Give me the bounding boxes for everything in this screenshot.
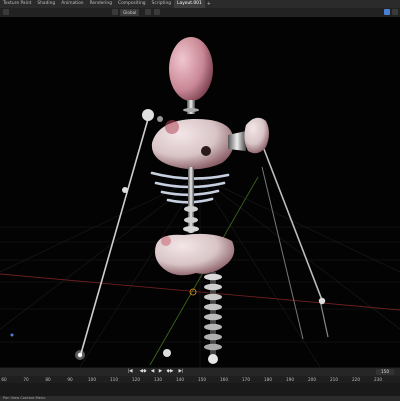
tab-animation[interactable]: Animation [58, 0, 86, 8]
prev-keyframe-button[interactable]: ◀◆ [138, 369, 148, 375]
editor-type-icon[interactable] [3, 9, 9, 15]
ruler-label: 80 [45, 377, 51, 382]
right-pole [261, 143, 323, 301]
right-hand-mesh [244, 117, 269, 154]
right-leg-coil [204, 272, 222, 364]
ruler-label: 120 [132, 377, 140, 382]
ruler-label: 140 [176, 377, 184, 382]
orientation-icon[interactable] [112, 9, 118, 15]
3d-viewport[interactable] [0, 17, 400, 367]
ruler-label: 210 [330, 377, 338, 382]
tab-scripting[interactable]: Scripting [149, 0, 175, 8]
ruler-label: 220 [352, 377, 360, 382]
ruler-label: 110 [110, 377, 118, 382]
ruler-label: 90 [67, 377, 73, 382]
tab-texture-paint[interactable]: Texture Paint [0, 0, 34, 8]
pivot-point-icon[interactable] [145, 9, 151, 15]
status-bar: Pan View Context Menu [0, 396, 400, 401]
playback-controls: |◀ ◀◆ ◀ ▶ ◆▶ ▶| 150 [0, 368, 400, 376]
viewport-scene [0, 37, 400, 367]
ruler-label: 170 [242, 377, 250, 382]
chest-mesh [151, 118, 234, 170]
viewport-shading-options-icon[interactable] [392, 9, 398, 15]
ruler-label: 190 [286, 377, 294, 382]
ruler-label: 150 [198, 377, 206, 382]
snap-icon[interactable] [154, 9, 160, 15]
timeline-editor: |◀ ◀◆ ◀ ▶ ◆▶ ▶| 150 60 70 80 90 100 110 … [0, 367, 400, 401]
timeline-ruler[interactable]: 60 70 80 90 100 110 120 130 140 150 160 … [0, 376, 400, 383]
workspace-tabs: Texture Paint Shading Animation Renderin… [0, 0, 213, 8]
tab-compositing[interactable]: Compositing [115, 0, 149, 8]
play-reverse-button[interactable]: ◀ [149, 369, 156, 375]
ruler-label: 160 [220, 377, 228, 382]
play-button[interactable]: ▶ [157, 369, 164, 375]
ruler-label: 60 [1, 377, 7, 382]
ruler-label: 180 [264, 377, 272, 382]
tab-layout-001[interactable]: Layout.001 [174, 0, 205, 8]
ruler-label: 200 [308, 377, 316, 382]
ruler-label: 100 [88, 377, 96, 382]
add-workspace-button[interactable]: + [205, 0, 213, 8]
viewport-shading-icon[interactable] [384, 9, 390, 15]
tab-rendering[interactable]: Rendering [87, 0, 115, 8]
ruler-label: 130 [154, 377, 162, 382]
origin-dot [10, 333, 14, 337]
timeline-body[interactable] [0, 383, 400, 396]
jump-end-button[interactable]: ▶| [177, 369, 185, 375]
jump-start-button[interactable]: |◀ [126, 369, 134, 375]
head-mesh [169, 37, 213, 101]
next-keyframe-button[interactable]: ◆▶ [165, 369, 175, 375]
transform-orientation-dropdown[interactable]: Global [120, 9, 140, 16]
ruler-label: 230 [374, 377, 382, 382]
current-frame-field[interactable]: 150 [376, 369, 394, 375]
tab-shading[interactable]: Shading [34, 0, 58, 8]
ruler-label: 70 [23, 377, 29, 382]
left-pole [79, 111, 151, 358]
